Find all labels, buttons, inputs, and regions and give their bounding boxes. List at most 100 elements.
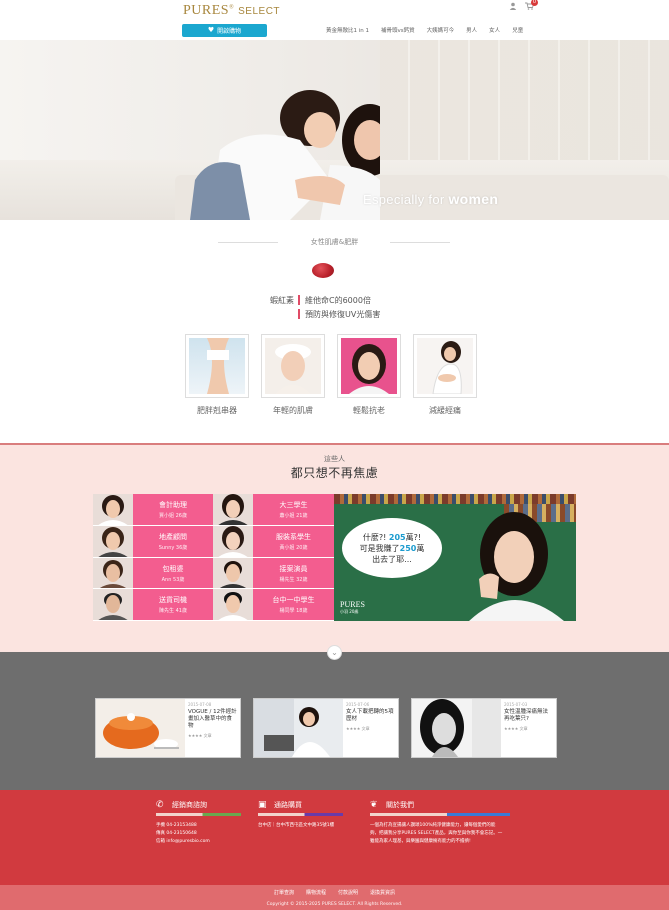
- person-avatar: [213, 525, 253, 558]
- crying-woman-photo: [420, 699, 501, 757]
- article-card[interactable]: 2015-07-08 VOGUE / 12件經計畫加入醫草中的食物 ★★★★ 文…: [95, 698, 241, 758]
- articles-list: 2015-07-08 VOGUE / 12件經計畫加入醫草中的食物 ★★★★ 文…: [95, 698, 557, 758]
- feature-card-menstrual-relief[interactable]: 減緩經痛: [413, 334, 477, 416]
- face-photo: [275, 344, 311, 394]
- cart-count-badge: 0: [531, 0, 538, 6]
- claim-label: 蝦紅素: [270, 295, 294, 305]
- site-header: PURES® SELECT ♥ 開啟購物 0 黃金無敵比1 in 1 補骨頭vs…: [0, 0, 669, 40]
- claim-bar: [298, 295, 300, 305]
- shopping-bag-icon: ▣: [258, 800, 267, 810]
- hero-tagline: Especially for women: [363, 191, 499, 207]
- speech-bubble: 什麼?! 205萬?! 可是我賺了250萬 出去了耶...: [342, 518, 442, 578]
- feature-card-anti-aging[interactable]: 輕鬆抗老: [337, 334, 401, 416]
- footer-underline: [258, 813, 343, 816]
- person-card[interactable]: 服裝系學生 黃小姐 20歲: [253, 525, 334, 558]
- feature-label: 年輕的肌膚: [273, 406, 313, 415]
- claim-text: 預防與修復UV光傷害: [305, 309, 381, 319]
- person-card[interactable]: 台中一中學生 楊同學 18歲: [253, 589, 334, 621]
- footer-link[interactable]: 購物流程: [306, 889, 326, 896]
- heart-icon: ♥: [207, 26, 215, 34]
- person-avatar: [213, 494, 253, 526]
- footer-lines: 手機 04-23153488 傳真 04-23150648 信箱 info@pu…: [156, 823, 210, 844]
- articles-section: ⌄ 2015-07-08 VOGUE / 12件經計畫加入醫草中的食物 ★★★★…: [0, 645, 669, 790]
- feature-card-youthful-skin[interactable]: 年輕的肌膚: [261, 334, 325, 416]
- woman-holding-belly-photo: [432, 341, 462, 394]
- claim-text: 維他命C的6000倍: [305, 295, 371, 305]
- claim-row: 蝦紅素 維他命C的6000倍: [270, 293, 450, 307]
- nav-item[interactable]: 女人: [489, 26, 500, 34]
- main-nav: 黃金無敵比1 in 1 補骨頭vs鈣質 大姨媽可今 男人 女人 兒童: [326, 26, 523, 34]
- phone-icon: ✆: [156, 800, 164, 810]
- person-card[interactable]: 送貨司機 陳先生 41歲: [133, 589, 213, 621]
- nav-item[interactable]: 兒童: [512, 26, 523, 34]
- footer-lines: 台中店｜台中市西屯區文中路35號1樓: [258, 823, 335, 828]
- sub-footer: 訂單查詢 購物流程 付款說明 退換貨資訊 Copyright © 2015-20…: [0, 885, 669, 910]
- claim-row: 預防與修復UV光傷害: [270, 307, 450, 321]
- chevron-down-icon[interactable]: ⌄: [327, 645, 342, 660]
- article-meta: ★★★★ 文章: [188, 733, 212, 738]
- person-avatar: [213, 557, 253, 590]
- claims-list: 蝦紅素 維他命C的6000倍 預防與修復UV光傷害: [270, 293, 450, 321]
- footer-about: ❦ 關於我們 一個為打為宣揚讓人讚頌100%純淨健康能力，讓每個愛們的能 夠，把讓…: [370, 800, 515, 846]
- article-date: 2015-07-03: [504, 702, 528, 707]
- user-icon[interactable]: [508, 2, 518, 12]
- footer-links: 訂單查詢 購物流程 付款說明 退換貨資訊: [0, 885, 669, 896]
- footer-channels: ▣ 通路購買 台中店｜台中市西屯區文中路35號1樓: [258, 800, 343, 830]
- article-date: 2015-07-08: [188, 702, 212, 707]
- smiling-woman-photo: [349, 344, 389, 394]
- person-avatar: [93, 557, 133, 590]
- worried-girl-photo: [469, 512, 564, 621]
- article-title[interactable]: VOGUE / 12件經計畫加入醫草中的食物: [188, 709, 237, 730]
- hero-banner: Especially for women: [0, 40, 669, 220]
- site-logo[interactable]: PURES® SELECT: [183, 3, 280, 19]
- feature-label: 減緩經痛: [429, 406, 461, 415]
- nav-item[interactable]: 補骨頭vs鈣質: [381, 26, 415, 34]
- nav-item[interactable]: 男人: [466, 26, 477, 34]
- open-store-button[interactable]: ♥ 開啟購物: [182, 24, 267, 37]
- audience-section: 這些人 都只想不再焦慮 會計助理 賈小姐 26歲 大三學生 蕭小姐 21歲 地產顧問…: [0, 443, 669, 652]
- feature-label: 肥胖剋串器: [197, 406, 237, 415]
- article-title[interactable]: 女人下載把轉的5項歷材: [346, 709, 395, 723]
- person-card[interactable]: 地產顧問 Sunny 36歲: [133, 525, 213, 558]
- footer-link[interactable]: 付款說明: [338, 889, 358, 896]
- cart-icon[interactable]: 0: [524, 0, 538, 12]
- footer-link[interactable]: 訂單查詢: [274, 889, 294, 896]
- person-card[interactable]: 會計助理 賈小姐 26歲: [133, 494, 213, 526]
- hero-mother-daughter-photo: [190, 90, 380, 220]
- women-benefits-section: 女性肌膚&肥胖 蝦紅素 維他命C的6000倍 預防與修復UV光傷害 肥胖剋串器 …: [0, 220, 669, 444]
- person-card[interactable]: 接案演員 楊先生 32歲: [253, 557, 334, 590]
- audience-grid: 會計助理 賈小姐 26歲 大三學生 蕭小姐 21歲 地產顧問 Sunny 36歲 服裝…: [93, 494, 334, 621]
- person-avatar: [93, 589, 133, 621]
- person-card[interactable]: 大三學生 蕭小姐 21歲: [253, 494, 334, 526]
- divider: [390, 242, 450, 243]
- person-avatar: [93, 525, 133, 558]
- nav-item[interactable]: 黃金無敵比1 in 1: [326, 26, 369, 34]
- footer-underline: [156, 813, 241, 816]
- article-meta: ★★★★ 文章: [504, 726, 528, 731]
- feature-cards: 肥胖剋串器 年輕的肌膚 輕鬆抗老 減緩經痛: [185, 334, 477, 416]
- leaf-icon: ❦: [370, 800, 378, 810]
- person-avatar: [93, 494, 133, 526]
- section-title: 女性肌膚&肥胖: [310, 238, 359, 246]
- nav-item[interactable]: 大姨媽可今: [427, 26, 455, 34]
- footer-lines: 一個為打為宣揚讓人讚頌100%純淨健康能力，讓每個愛們的能 夠，把讓我分享PUR…: [370, 823, 503, 844]
- person-avatar: [213, 589, 253, 621]
- article-title[interactable]: 女性温腫深痛無法再吃葉只?: [504, 709, 553, 723]
- feature-card-slimming[interactable]: 肥胖剋串器: [185, 334, 249, 416]
- footer-dealer: ✆ 經銷商諮詢 手機 04-23153488 傳真 04-23150648 信箱 …: [156, 800, 241, 846]
- person-card[interactable]: 包租婆 Ann 53歲: [133, 557, 213, 590]
- footer-link[interactable]: 退換貨資訊: [370, 889, 395, 896]
- site-footer: ✆ 經銷商諮詢 手機 04-23153488 傳真 04-23150648 信箱 …: [0, 790, 669, 885]
- astaxanthin-capsule-image: [312, 263, 334, 278]
- feature-label: 輕鬆抗老: [353, 406, 385, 415]
- audience-title: 都只想不再焦慮: [290, 466, 379, 480]
- claim-bar: [298, 309, 300, 319]
- board-brand: PURES 小羽 20歲: [340, 600, 365, 614]
- article-card[interactable]: 2015-07-03 女性温腫深痛無法再吃葉只? ★★★★ 文章: [411, 698, 557, 758]
- article-date: 2015-07-06: [346, 702, 370, 707]
- featured-story-image[interactable]: 什麼?! 205萬?! 可是我賺了250萬 出去了耶... PURES 小羽 2…: [334, 494, 576, 621]
- article-meta: ★★★★ 文章: [346, 726, 370, 731]
- header-icons: 0: [508, 0, 538, 12]
- footer-underline: [370, 813, 510, 816]
- article-card[interactable]: 2015-07-06 女人下載把轉的5項歷材 ★★★★ 文章: [253, 698, 399, 758]
